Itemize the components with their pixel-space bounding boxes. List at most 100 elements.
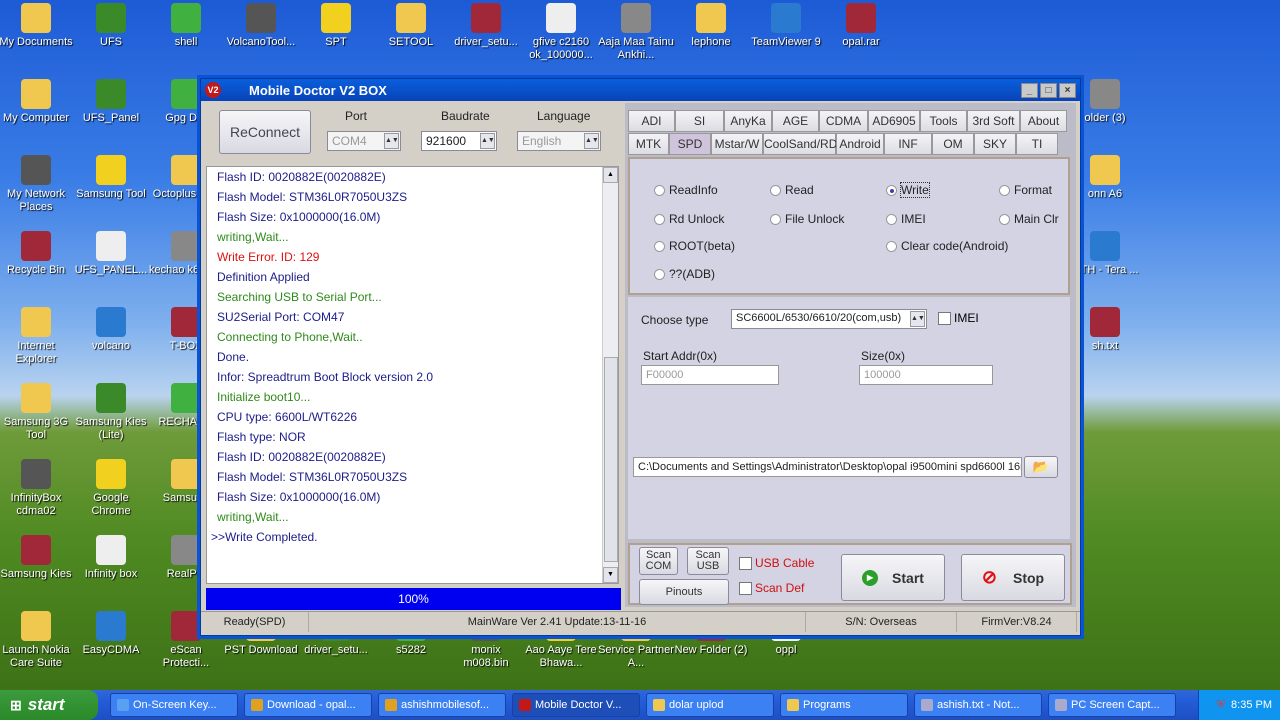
tab-anyka[interactable]: AnyKa	[724, 110, 772, 132]
desktop-icon[interactable]: SETOOL	[373, 3, 449, 49]
tab-3rd-soft[interactable]: 3rd Soft	[967, 110, 1020, 132]
desktop-icon[interactable]: TeamViewer 9	[748, 3, 824, 49]
desktop-icon[interactable]: My Network Places	[0, 155, 74, 214]
scroll-up-icon[interactable]: ▲	[603, 167, 618, 183]
scan-com-button[interactable]: Scan COM	[639, 547, 678, 575]
desktop-icon-label: My Documents	[0, 36, 73, 48]
tab-ad6905[interactable]: AD6905	[868, 110, 920, 132]
close-button[interactable]: ×	[1059, 82, 1076, 98]
desktop-icon-label: UFS_PANEL...	[74, 264, 148, 276]
desktop-icon[interactable]: Infinity box	[73, 535, 149, 581]
taskbar-item[interactable]: Programs	[780, 693, 908, 717]
desktop-icon[interactable]: shell	[148, 3, 224, 49]
desktop-icon[interactable]: UFS_Panel	[73, 79, 149, 125]
desktop-icon[interactable]: gfive c2160 ok_100000...	[523, 3, 599, 62]
size-input[interactable]: 100000	[859, 365, 993, 385]
tab-coolsand-rda[interactable]: CoolSand/RDA	[763, 133, 845, 155]
tab-about[interactable]: About	[1020, 110, 1067, 132]
log-output[interactable]: Flash ID: 0020882E(0020882E) Flash Model:…	[206, 166, 619, 584]
radio-clear-code-android-[interactable]: Clear code(Android)	[886, 239, 1008, 253]
scan-def-checkbox[interactable]: Scan Def	[739, 581, 804, 595]
desktop-icon[interactable]: UFS_PANEL...	[73, 231, 149, 277]
tab-android[interactable]: Android	[836, 133, 884, 155]
taskbar-item[interactable]: PC Screen Capt...	[1048, 693, 1176, 717]
scroll-down-icon[interactable]: ▼	[603, 567, 618, 583]
desktop-icon[interactable]: My Documents	[0, 3, 74, 49]
taskbar-item-icon	[653, 699, 665, 711]
radio-readinfo[interactable]: ReadInfo	[654, 183, 718, 197]
radio-file-unlock[interactable]: File Unlock	[770, 212, 844, 226]
desktop-icon[interactable]: Google Chrome	[73, 459, 149, 518]
radio-imei[interactable]: IMEI	[886, 212, 926, 226]
taskbar-item[interactable]: dolar uplod	[646, 693, 774, 717]
taskbar-item[interactable]: ashish.txt - Not...	[914, 693, 1042, 717]
start-button[interactable]: ⊞ start	[0, 690, 98, 720]
stop-button[interactable]: ⊘ Stop	[961, 554, 1065, 601]
taskbar-item[interactable]: ashishmobilesof...	[378, 693, 506, 717]
tab-spd[interactable]: SPD	[669, 133, 711, 155]
desktop-icon[interactable]: volcano	[73, 307, 149, 353]
port-select[interactable]: COM4 ▲▼	[327, 131, 401, 151]
tab-si[interactable]: SI	[675, 110, 724, 132]
tab-tools[interactable]: Tools	[920, 110, 967, 132]
shield-icon[interactable]: ⛨	[1217, 699, 1225, 712]
desktop-icon[interactable]: lephone	[673, 3, 749, 49]
desktop-icon[interactable]: Launch Nokia Care Suite	[0, 611, 74, 670]
taskbar-item[interactable]: Mobile Doctor V...	[512, 693, 640, 717]
radio-write[interactable]: Write	[886, 182, 930, 198]
desktop-icon[interactable]: UFS	[73, 3, 149, 49]
radio-root-beta-[interactable]: ROOT(beta)	[654, 239, 735, 253]
tab-cdma[interactable]: CDMA	[819, 110, 868, 132]
desktop-icon[interactable]: VolcanoTool...	[223, 3, 299, 49]
reconnect-button[interactable]: ReConnect	[219, 110, 311, 154]
tab-ti[interactable]: TI	[1016, 133, 1058, 155]
tab-om[interactable]: OM	[932, 133, 974, 155]
tab-sky[interactable]: SKY	[974, 133, 1016, 155]
desktop-icon[interactable]: Samsung 3G Tool	[0, 383, 74, 442]
file-path-input[interactable]: C:\Documents and Settings\Administrator\…	[633, 457, 1022, 477]
radio-format[interactable]: Format	[999, 183, 1052, 197]
pinouts-button[interactable]: Pinouts	[639, 579, 729, 605]
tab-mtk[interactable]: MTK	[628, 133, 669, 155]
desktop-icon[interactable]: Aaja Maa Tainu Ankhi...	[598, 3, 674, 62]
desktop-icon[interactable]: My Computer	[0, 79, 74, 125]
radio-main-clr[interactable]: Main Clr	[999, 212, 1059, 226]
language-select[interactable]: English ▲▼	[517, 131, 601, 151]
taskbar-item[interactable]: On-Screen Key...	[110, 693, 238, 717]
desktop-icon[interactable]: Recycle Bin	[0, 231, 74, 277]
baudrate-select[interactable]: 921600 ▲▼	[421, 131, 497, 151]
start-addr-input[interactable]: F00000	[641, 365, 779, 385]
log-scrollbar[interactable]: ▲ ▼	[602, 167, 618, 583]
desktop-icon[interactable]: InfinityBox cdma02	[0, 459, 74, 518]
tab-adi[interactable]: ADI	[628, 110, 675, 132]
taskbar-item-label: ashish.txt - Not...	[937, 699, 1020, 711]
title-bar[interactable]: V2 Mobile Doctor V2 BOX _ □ ×	[201, 79, 1080, 101]
scan-usb-button[interactable]: Scan USB	[687, 547, 729, 575]
choose-type-select[interactable]: SC6600L/6530/6610/20(com,usb) ▲▼	[731, 309, 927, 329]
desktop-icon[interactable]: SPT	[298, 3, 374, 49]
maximize-button[interactable]: □	[1040, 82, 1057, 98]
desktop-icon[interactable]: driver_setu...	[448, 3, 524, 49]
minimize-button[interactable]: _	[1021, 82, 1038, 98]
radio-circle	[886, 213, 897, 225]
desktop-icon[interactable]: Samsung Kies (Lite)	[73, 383, 149, 442]
imei-checkbox[interactable]: IMEI	[938, 311, 979, 325]
scroll-thumb[interactable]	[604, 357, 618, 562]
usb-cable-checkbox[interactable]: USB Cable	[739, 556, 814, 570]
desktop-icon[interactable]: Internet Explorer	[0, 307, 74, 366]
tab-mstar-w[interactable]: Mstar/W	[711, 133, 763, 155]
tab-age[interactable]: AGE	[772, 110, 819, 132]
radio-read[interactable]: Read	[770, 183, 814, 197]
radio-rd-unlock[interactable]: Rd Unlock	[654, 212, 724, 226]
browse-folder-button[interactable]: 📂	[1024, 456, 1058, 478]
desktop-icon[interactable]: EasyCDMA	[73, 611, 149, 657]
start-button[interactable]: ▶ Start	[841, 554, 945, 601]
radio----adb-[interactable]: ??(ADB)	[654, 267, 715, 281]
tab-inf[interactable]: INF	[884, 133, 932, 155]
desktop-icon[interactable]: opal.rar	[823, 3, 899, 49]
start-label: Start	[892, 569, 924, 586]
desktop-icon[interactable]: Samsung Kies	[0, 535, 74, 581]
taskbar-item[interactable]: Download - opal...	[244, 693, 372, 717]
desktop-icon[interactable]: Samsung Tool	[73, 155, 149, 201]
clock[interactable]: 8:35 PM	[1231, 699, 1272, 711]
